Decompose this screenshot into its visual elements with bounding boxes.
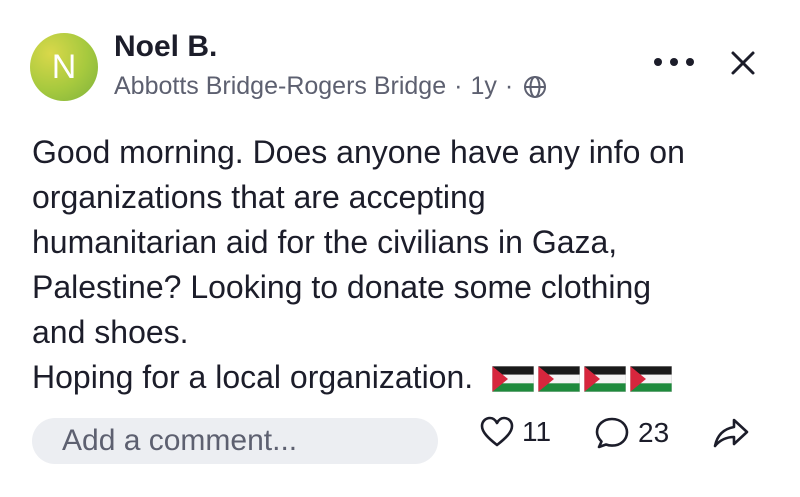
palestine-flag-icon bbox=[538, 366, 581, 392]
post-body-line: Hoping for a local organization. bbox=[32, 359, 474, 395]
heart-icon bbox=[480, 416, 514, 447]
reply-count: 23 bbox=[638, 417, 670, 448]
globe-icon bbox=[524, 75, 547, 98]
palestine-flag-icon bbox=[630, 366, 673, 392]
close-icon[interactable] bbox=[728, 48, 758, 78]
like-count: 11 bbox=[522, 416, 552, 447]
palestine-flag-icon bbox=[584, 366, 627, 392]
share-arrow-icon bbox=[713, 418, 749, 448]
post-age: 1y bbox=[470, 72, 497, 100]
avatar-letter: N bbox=[51, 47, 77, 86]
post-body-last-line: Hoping for a local organization. bbox=[32, 355, 782, 400]
separator: · bbox=[454, 72, 463, 100]
post-body: Good morning. Does anyone have any info … bbox=[32, 130, 782, 400]
comment-placeholder: Add a comment... bbox=[62, 424, 298, 457]
add-comment-input[interactable]: Add a comment... bbox=[32, 418, 438, 464]
location-link[interactable]: Abbotts Bridge-Rogers Bridge bbox=[114, 72, 446, 101]
more-options-icon[interactable] bbox=[650, 52, 698, 72]
author-name[interactable]: Noel B. bbox=[114, 30, 217, 64]
comment-button[interactable]: 23 bbox=[594, 416, 669, 450]
post-body-line: Palestine? Looking to donate some clothi… bbox=[32, 269, 652, 305]
post-body-line: humanitarian aid for the civilians in Ga… bbox=[32, 224, 618, 260]
share-button[interactable] bbox=[712, 416, 750, 450]
post-body-line: Good morning. Does anyone have any info … bbox=[32, 134, 685, 170]
post-card: N Noel B. Abbotts Bridge-Rogers Bridge ·… bbox=[0, 0, 800, 497]
post-body-line: and shoes. bbox=[32, 314, 189, 350]
speech-bubble-icon bbox=[595, 417, 629, 449]
post-meta: Abbotts Bridge-Rogers Bridge · 1y · bbox=[114, 72, 547, 101]
separator: · bbox=[504, 72, 514, 100]
palestine-flag-icon bbox=[492, 366, 535, 392]
avatar[interactable]: N bbox=[30, 33, 98, 101]
post-body-line: organizations that are accepting bbox=[32, 179, 486, 215]
palestine-flags bbox=[492, 366, 673, 392]
like-button[interactable]: 11 bbox=[480, 416, 551, 448]
